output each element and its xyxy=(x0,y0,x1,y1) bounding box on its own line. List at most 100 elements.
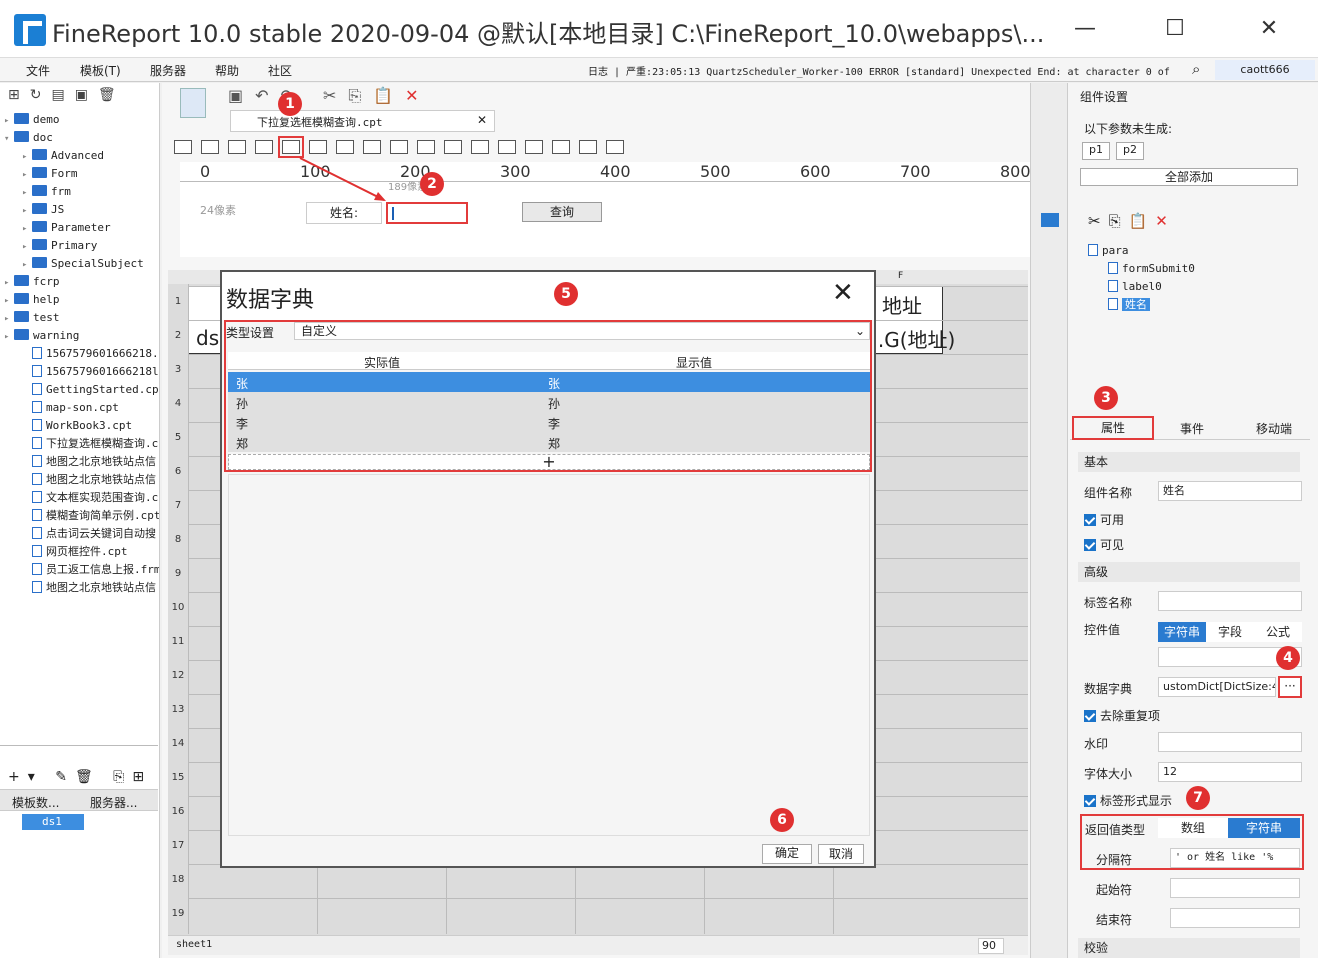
widget-settings-icon[interactable] xyxy=(1041,213,1059,227)
tree-item[interactable]: 网页框控件.cpt xyxy=(4,543,159,561)
visible-checkbox[interactable]: 可见 xyxy=(1084,536,1124,553)
row-header[interactable]: 1 xyxy=(168,296,188,307)
cv-field[interactable]: 字段 xyxy=(1206,622,1254,642)
widget-type-icon[interactable] xyxy=(201,140,219,154)
sheet-tab[interactable]: sheet1 xyxy=(176,939,212,950)
dict-edit-button[interactable]: ··· xyxy=(1278,676,1302,698)
menu-file[interactable]: 文件 xyxy=(26,62,50,79)
expand-icon[interactable]: ▸ xyxy=(22,256,32,273)
row-header[interactable]: 2 xyxy=(168,330,188,341)
expand-icon[interactable]: ▸ xyxy=(22,166,32,183)
name-combo-widget[interactable] xyxy=(386,202,468,224)
user-name[interactable]: caott666 xyxy=(1215,60,1315,80)
add-row-button[interactable]: + xyxy=(228,454,870,470)
dict-display[interactable]: 郑 xyxy=(548,435,560,452)
widget-type-icon[interactable] xyxy=(228,140,246,154)
row-header[interactable]: 17 xyxy=(168,840,188,851)
row-header[interactable]: 8 xyxy=(168,534,188,545)
row-header[interactable]: 6 xyxy=(168,466,188,477)
ret-array[interactable]: 数组 xyxy=(1158,818,1228,838)
dataset-item[interactable]: ds1 xyxy=(22,814,84,830)
widget-type-icon[interactable] xyxy=(363,140,381,154)
menu-help[interactable]: 帮助 xyxy=(215,62,239,79)
row-header[interactable]: 3 xyxy=(168,364,188,375)
tree-item[interactable]: ▸ frm xyxy=(4,183,159,201)
tree-item[interactable]: 地图之北京地铁站点信 xyxy=(4,579,159,597)
tree-item[interactable]: WorkBook3.cpt xyxy=(4,417,159,435)
widget-type-icon[interactable] xyxy=(417,140,435,154)
menu-community[interactable]: 社区 xyxy=(268,62,292,79)
tree-item[interactable]: 1567579601666218.cpt xyxy=(4,345,159,363)
tree-item[interactable]: 1567579601666218l.cp xyxy=(4,363,159,381)
tab-server-datasets[interactable]: 服务器... xyxy=(90,794,137,811)
param-p2-button[interactable]: p2 xyxy=(1116,142,1144,160)
widget-tree-item[interactable]: formSubmit0 xyxy=(1088,260,1258,278)
tree-item[interactable]: ▾ doc xyxy=(4,129,159,147)
widget-tree-item[interactable]: para xyxy=(1088,242,1258,260)
zoom-value[interactable]: 90 xyxy=(978,938,1004,954)
tab-mobile[interactable]: 移动端 xyxy=(1256,420,1292,437)
watermark-input[interactable] xyxy=(1158,732,1302,752)
widget-type-icon[interactable] xyxy=(606,140,624,154)
expand-icon[interactable]: ▸ xyxy=(22,238,32,255)
tree-item[interactable]: GettingStarted.cpt xyxy=(4,381,159,399)
widget-type-icon[interactable] xyxy=(444,140,462,154)
expand-icon[interactable]: ▸ xyxy=(22,202,32,219)
widget-type-icon[interactable] xyxy=(390,140,408,154)
search-icon[interactable]: ⌕ xyxy=(1192,60,1200,78)
dict-display[interactable]: 孙 xyxy=(548,395,560,412)
panel-toolbar[interactable]: ✂⎘📋✕ xyxy=(1088,212,1176,230)
widget-tree-item[interactable]: label0 xyxy=(1088,278,1258,296)
end-input[interactable] xyxy=(1170,908,1300,928)
expand-icon[interactable]: ▾ xyxy=(4,130,14,147)
tree-item[interactable]: 点击词云关键词自动搜 xyxy=(4,525,159,543)
expand-icon[interactable]: ▸ xyxy=(4,292,14,309)
dict-row[interactable]: 张张 xyxy=(228,372,870,392)
dict-row[interactable]: 郑郑 xyxy=(228,432,870,452)
tree-item[interactable]: ▸ help xyxy=(4,291,159,309)
row-header[interactable]: 12 xyxy=(168,670,188,681)
dict-row[interactable]: 李李 xyxy=(228,412,870,432)
tree-item[interactable]: ▸ SpecialSubject xyxy=(4,255,159,273)
tree-item[interactable]: 下拉复选框模糊查询.c xyxy=(4,435,159,453)
expand-icon[interactable]: ▸ xyxy=(4,310,14,327)
widget-type-icon[interactable] xyxy=(255,140,273,154)
start-input[interactable] xyxy=(1170,878,1300,898)
row-header[interactable]: 5 xyxy=(168,432,188,443)
tab-template-datasets[interactable]: 模板数... xyxy=(12,794,59,811)
expand-icon[interactable]: ▸ xyxy=(4,328,14,345)
tree-item[interactable]: 员工返工信息上报.frm xyxy=(4,561,159,579)
tree-item[interactable]: ▸ Parameter xyxy=(4,219,159,237)
tab-events[interactable]: 事件 xyxy=(1180,420,1204,437)
minimize-button[interactable]: — xyxy=(1070,14,1100,44)
tree-item[interactable]: ▸ fcrp xyxy=(4,273,159,291)
dict-actual[interactable]: 李 xyxy=(236,415,248,432)
widget-type-icon[interactable] xyxy=(309,140,327,154)
log-message[interactable]: 日志 | 严重:23:05:13 QuartzScheduler_Worker-… xyxy=(588,63,1170,78)
section-basic[interactable]: 基本 xyxy=(1078,452,1300,472)
add-all-button[interactable]: 全部添加 xyxy=(1080,168,1298,186)
type-select[interactable]: 自定义 ⌄ xyxy=(294,322,870,340)
dict-actual[interactable]: 张 xyxy=(236,375,248,392)
new-template-icon[interactable] xyxy=(180,88,206,118)
dataset-toolbar[interactable]: +▾ ✎🗑 ⎘⊞ xyxy=(8,769,152,785)
comp-name-input[interactable]: 姓名 xyxy=(1158,481,1302,501)
tag-display-checkbox[interactable]: 标签形式显示 xyxy=(1084,792,1172,809)
tree-item[interactable]: ▸ JS xyxy=(4,201,159,219)
menu-server[interactable]: 服务器 xyxy=(150,62,186,79)
param-p1-button[interactable]: p1 xyxy=(1082,142,1110,160)
widget-type-icon[interactable] xyxy=(525,140,543,154)
dict-actual[interactable]: 孙 xyxy=(236,395,248,412)
section-verify[interactable]: 校验 xyxy=(1078,938,1300,958)
row-header[interactable]: 7 xyxy=(168,500,188,511)
tree-item[interactable]: 地图之北京地铁站点信 xyxy=(4,471,159,489)
widget-type-icon[interactable] xyxy=(498,140,516,154)
cv-string[interactable]: 字符串 xyxy=(1158,622,1206,642)
maximize-button[interactable]: ☐ xyxy=(1160,14,1190,44)
close-button[interactable]: ✕ xyxy=(1254,14,1284,44)
menu-template[interactable]: 模板(T) xyxy=(80,62,121,79)
cv-formula[interactable]: 公式 xyxy=(1254,622,1302,642)
ret-string[interactable]: 字符串 xyxy=(1228,818,1300,838)
tree-item[interactable]: 地图之北京地铁站点信 xyxy=(4,453,159,471)
row-header[interactable]: 11 xyxy=(168,636,188,647)
